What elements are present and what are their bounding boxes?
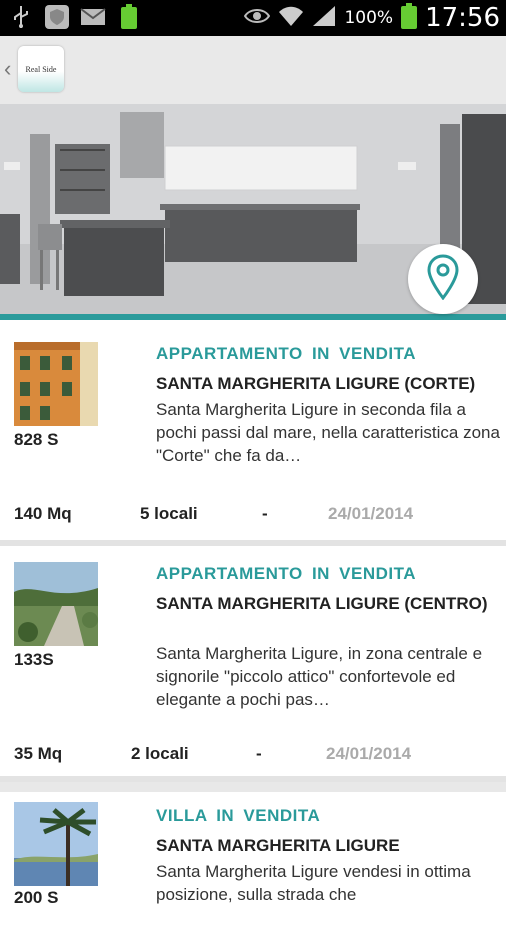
listing-date: 24/01/2014	[328, 504, 414, 523]
status-bar: 100% 17:56	[0, 0, 506, 36]
eye-icon	[244, 7, 271, 30]
usb-icon	[8, 4, 34, 30]
listing-price: 200 S	[14, 888, 59, 907]
notification-icons	[8, 4, 142, 30]
listing-separator: -	[262, 504, 268, 523]
battery-charging-icon	[116, 4, 142, 30]
listing-price: 828 S	[14, 430, 59, 449]
mail-icon	[80, 4, 106, 30]
back-chevron-icon[interactable]: ‹	[4, 56, 11, 82]
signal-icon	[312, 5, 336, 32]
listing-card[interactable]: 200 S VILLA IN VENDITA SANTA MARGHERITA …	[0, 792, 506, 932]
map-pin-icon	[426, 253, 460, 305]
listing-location: SANTA MARGHERITA LIGURE (CENTRO)	[156, 594, 488, 613]
listing-type: APPARTAMENTO IN VENDITA	[156, 564, 417, 583]
listing-thumbnail	[14, 802, 98, 886]
listing-area: 35 Mq	[14, 744, 63, 763]
listing-description: Santa Margherita Ligure vendesi in ottim…	[156, 862, 471, 904]
action-bar: ‹ Real Side	[0, 36, 506, 105]
listing-area: 140 Mq	[14, 504, 72, 523]
wifi-icon	[278, 5, 304, 32]
listing-rooms: 5 locali	[140, 504, 198, 523]
clock: 17:56	[425, 3, 500, 33]
listing-separator: -	[256, 744, 262, 763]
listing-location: SANTA MARGHERITA LIGURE (CORTE)	[156, 374, 476, 393]
battery-percentage: 100%	[344, 8, 394, 28]
battery-icon	[401, 2, 418, 34]
listing-type: VILLA IN VENDITA	[156, 806, 321, 825]
map-button[interactable]	[408, 244, 478, 314]
shield-icon	[44, 4, 70, 30]
listing-price: 133S	[14, 650, 54, 669]
listing-card[interactable]: 828 S APPARTAMENTO IN VENDITA SANTA MARG…	[0, 320, 506, 546]
listing-thumbnail	[14, 342, 98, 426]
listing-card[interactable]: 133S APPARTAMENTO IN VENDITA SANTA MARGH…	[0, 546, 506, 782]
listing-location: SANTA MARGHERITA LIGURE	[156, 836, 400, 855]
app-logo[interactable]: Real Side	[18, 46, 64, 92]
listing-description: Santa Margherita Ligure, in zona central…	[156, 644, 483, 709]
system-indicators: 100% 17:56	[244, 0, 500, 36]
listing-description: Santa Margherita Ligure in seconda fila …	[156, 400, 500, 465]
listing-thumbnail	[14, 562, 98, 646]
listing-date: 24/01/2014	[326, 744, 412, 763]
listing-type: APPARTAMENTO IN VENDITA	[156, 344, 417, 363]
listing-rooms: 2 locali	[131, 744, 189, 763]
logo-text: Real Side	[25, 64, 57, 74]
